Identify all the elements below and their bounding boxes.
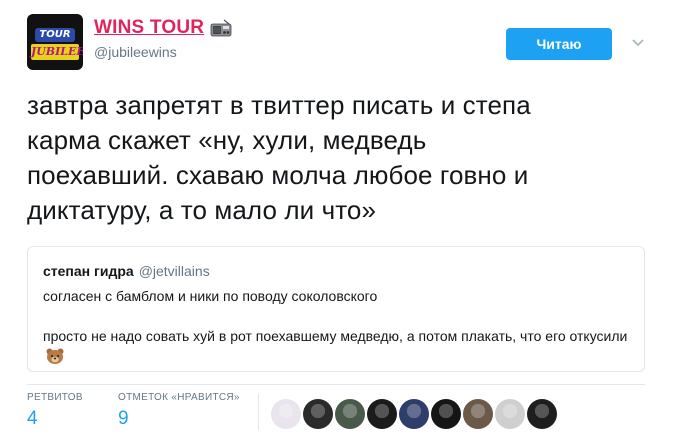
avatar-logo-bottom: JUBILEE bbox=[31, 44, 83, 60]
quoted-text-paragraph: просто не надо совать хуй в рот поехавше… bbox=[43, 326, 633, 366]
retweets-count: 4 bbox=[27, 408, 38, 429]
liker-avatar[interactable] bbox=[527, 399, 557, 429]
chevron-down-icon[interactable] bbox=[630, 34, 646, 50]
tweet-line: диктатуру, а то мало ли что» bbox=[27, 195, 377, 225]
quoted-handle: @jetvillains bbox=[138, 263, 210, 279]
avatar-logo-top: TOUR bbox=[35, 28, 75, 42]
liker-avatar[interactable] bbox=[303, 399, 333, 429]
quoted-text-line: согласен с бамблом и ники по поводу соко… bbox=[43, 288, 378, 304]
likes-stat[interactable]: ОТМЕТОК «НРАВИТСЯ» 9 bbox=[118, 392, 240, 430]
quoted-text-line: просто не надо совать хуй в рот поехавше… bbox=[43, 328, 628, 344]
bear-face-icon bbox=[46, 348, 64, 364]
following-button[interactable]: Читаю bbox=[506, 28, 612, 60]
stats-separator bbox=[258, 394, 259, 430]
display-name[interactable]: WINS TOUR bbox=[94, 17, 204, 39]
likes-count: 9 bbox=[118, 408, 129, 429]
liker-avatar[interactable] bbox=[495, 399, 525, 429]
retweets-label: РЕТВИТОВ bbox=[27, 392, 83, 403]
user-handle[interactable]: @jubileewins bbox=[94, 44, 177, 60]
quoted-display-name: степан гидра bbox=[43, 263, 134, 279]
quoted-tweet-header: степан гидра @jetvillains bbox=[43, 263, 210, 279]
liker-avatars bbox=[271, 399, 557, 429]
liker-avatar[interactable] bbox=[431, 399, 461, 429]
likes-label: ОТМЕТОК «НРАВИТСЯ» bbox=[118, 392, 240, 403]
tweet-text: завтра запретят в твиттер писать и степа… bbox=[27, 88, 647, 228]
tweet-line: завтра запретят в твиттер писать и степа bbox=[27, 90, 531, 120]
name-row: WINS TOUR bbox=[94, 16, 232, 40]
quoted-tweet[interactable]: степан гидра @jetvillains согласен с бам… bbox=[27, 246, 645, 372]
liker-avatar[interactable] bbox=[335, 399, 365, 429]
tweet-line: карма скажет «ну, хули, медведь bbox=[27, 125, 427, 155]
retweets-stat[interactable]: РЕТВИТОВ 4 bbox=[27, 392, 83, 430]
avatar[interactable]: TOUR JUBILEE bbox=[27, 14, 83, 70]
liker-avatar[interactable] bbox=[463, 399, 493, 429]
tweet-line: поехавший. схаваю молча любое говно и bbox=[27, 160, 529, 190]
radio-icon bbox=[210, 19, 232, 37]
liker-avatar[interactable] bbox=[399, 399, 429, 429]
divider bbox=[27, 384, 645, 385]
liker-avatar[interactable] bbox=[271, 399, 301, 429]
liker-avatar[interactable] bbox=[367, 399, 397, 429]
